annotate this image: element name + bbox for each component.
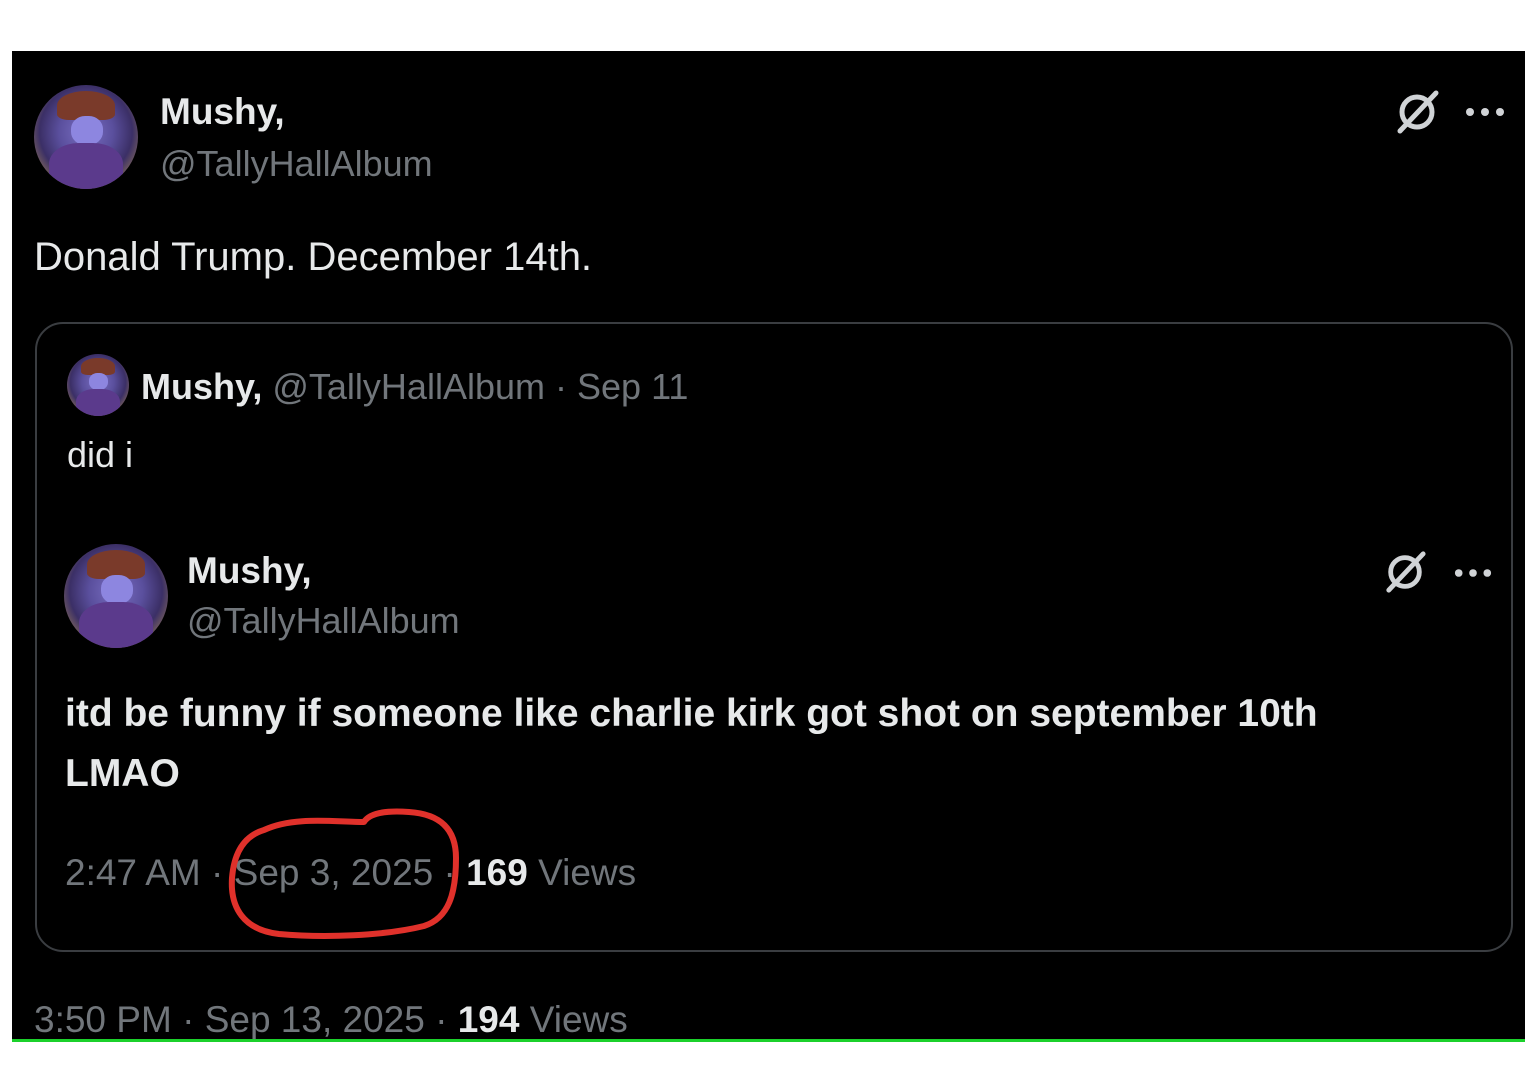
display-name: Mushy, [187,550,312,591]
views-label[interactable]: Views [530,999,628,1040]
views-count[interactable]: 194 [458,999,520,1040]
user-handle[interactable]: @TallyHallAlbum [272,366,545,407]
quoted-post-text: did i [67,434,134,475]
bottom-border-line [12,1039,1525,1042]
post-time[interactable]: 3:50 PM [34,999,172,1040]
embedded-post-text-line-1: itd be funny if someone like charlie kir… [65,692,1318,735]
display-name[interactable]: Mushy, [160,91,285,133]
display-name[interactable]: Mushy, [141,366,262,407]
views-label: Views [538,852,637,893]
avatar[interactable] [67,354,129,416]
red-circle-annotation [228,808,459,939]
more-icon[interactable] [1464,105,1506,119]
post-date[interactable]: Sep 13, 2025 [205,999,425,1040]
separator-dot: · [211,852,224,893]
views-count: 169 [466,852,528,893]
post-meta: 3:50 PM · Sep 13, 2025 · 194 Views [34,999,628,1041]
more-icon [1454,569,1492,577]
user-handle: @TallyHallAlbum [187,600,460,641]
embedded-post-text-line-2: LMAO [65,752,180,795]
separator-dot: · [435,999,448,1040]
post-time: 2:47 AM [65,852,201,893]
separator-dot: · [555,366,567,407]
avatar[interactable] [34,85,138,189]
grok-icon [1386,551,1426,593]
separator-dot: · [182,999,195,1040]
user-handle[interactable]: @TallyHallAlbum [160,143,433,185]
post-text: Donald Trump. December 14th. [34,235,593,279]
post-date[interactable]: Sep 11 [577,366,688,407]
quoted-post-header: Mushy, @TallyHallAlbum · Sep 11 [141,366,688,408]
grok-icon[interactable] [1394,89,1440,135]
avatar [64,544,168,648]
